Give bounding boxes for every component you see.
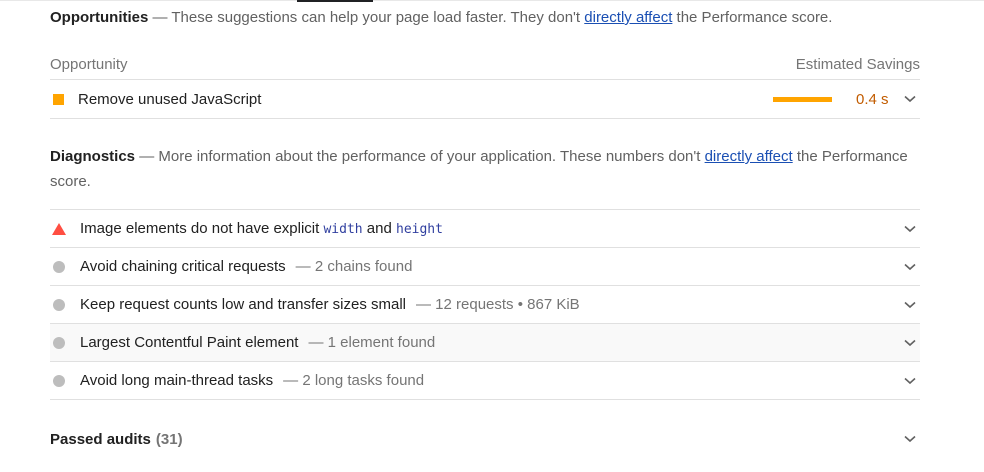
chevron-down-icon[interactable]: [900, 429, 920, 449]
audit-title: Largest Contentful Paint element: [80, 334, 299, 351]
opportunities-description: Opportunities — These suggestions can he…: [50, 5, 920, 30]
informative-circle-icon: [53, 336, 65, 349]
opportunity-title: Remove unused JavaScript: [78, 90, 262, 108]
opportunities-table-header: Opportunity Estimated Savings: [50, 49, 920, 80]
audit-title: Image elements do not have explicit widt…: [80, 220, 443, 237]
diagnostics-desc-pre: — More information about the performance…: [135, 148, 705, 165]
tab-indicator: [297, 0, 373, 2]
audit-title-mid: and: [362, 220, 396, 237]
diagnostics-description: Diagnostics — More information about the…: [50, 144, 920, 194]
chevron-down-icon[interactable]: [900, 219, 920, 239]
warning-square-icon: [53, 93, 64, 105]
audit-critical-request-chains[interactable]: Avoid chaining critical requests — 2 cha…: [50, 248, 920, 286]
audit-long-tasks[interactable]: Avoid long main-thread tasks — 2 long ta…: [50, 362, 920, 400]
audit-title-pre: Image elements do not have explicit: [80, 220, 324, 237]
audit-unsized-images[interactable]: Image elements do not have explicit widt…: [50, 210, 920, 248]
informative-circle-icon: [53, 374, 65, 387]
passed-audits-toggle[interactable]: Passed audits (31): [50, 426, 920, 452]
chevron-down-icon[interactable]: [900, 89, 920, 109]
opportunity-remove-unused-js[interactable]: Remove unused JavaScript 0.4 s: [50, 80, 920, 119]
informative-circle-icon: [53, 298, 65, 311]
chevron-down-icon[interactable]: [900, 371, 920, 391]
informative-circle-icon: [53, 260, 65, 273]
diagnostics-list: Image elements do not have explicit widt…: [50, 209, 920, 400]
audit-detail: — 1 element found: [308, 334, 436, 351]
audit-detail: — 12 requests • 867 KiB: [416, 296, 580, 313]
audit-code-width: width: [323, 222, 363, 237]
savings-bar: [773, 96, 832, 102]
audit-detail: — 2 chains found: [295, 258, 413, 275]
audit-title: Avoid chaining critical requests: [80, 258, 286, 275]
fail-triangle-icon: [52, 222, 66, 235]
opportunities-desc-pre: — These suggestions can help your page l…: [148, 9, 585, 26]
audit-lcp-element[interactable]: Largest Contentful Paint element — 1 ele…: [50, 324, 920, 362]
savings-value: 0.4 s: [856, 90, 889, 108]
audit-title: Avoid long main-thread tasks: [80, 372, 274, 389]
top-divider: [0, 0, 984, 1]
opportunities-title: Opportunities: [50, 9, 149, 26]
audit-detail: — 2 long tasks found: [283, 372, 425, 389]
audit-title: Keep request counts low and transfer siz…: [80, 296, 406, 313]
audit-resource-summary[interactable]: Keep request counts low and transfer siz…: [50, 286, 920, 324]
opportunities-desc-post: the Performance score.: [672, 9, 833, 26]
chevron-down-icon[interactable]: [900, 295, 920, 315]
audit-code-height: height: [396, 222, 443, 237]
passed-audits-title: Passed audits: [50, 430, 151, 448]
diagnostics-title: Diagnostics: [50, 148, 136, 165]
diagnostics-directly-affect-link[interactable]: directly affect: [705, 148, 793, 165]
chevron-down-icon[interactable]: [900, 257, 920, 277]
estimated-savings-column-header: Estimated Savings: [795, 55, 920, 73]
passed-audits-count: (31): [155, 430, 183, 448]
chevron-down-icon[interactable]: [900, 333, 920, 353]
opportunities-directly-affect-link[interactable]: directly affect: [584, 9, 672, 26]
opportunity-column-header: Opportunity: [50, 55, 128, 73]
